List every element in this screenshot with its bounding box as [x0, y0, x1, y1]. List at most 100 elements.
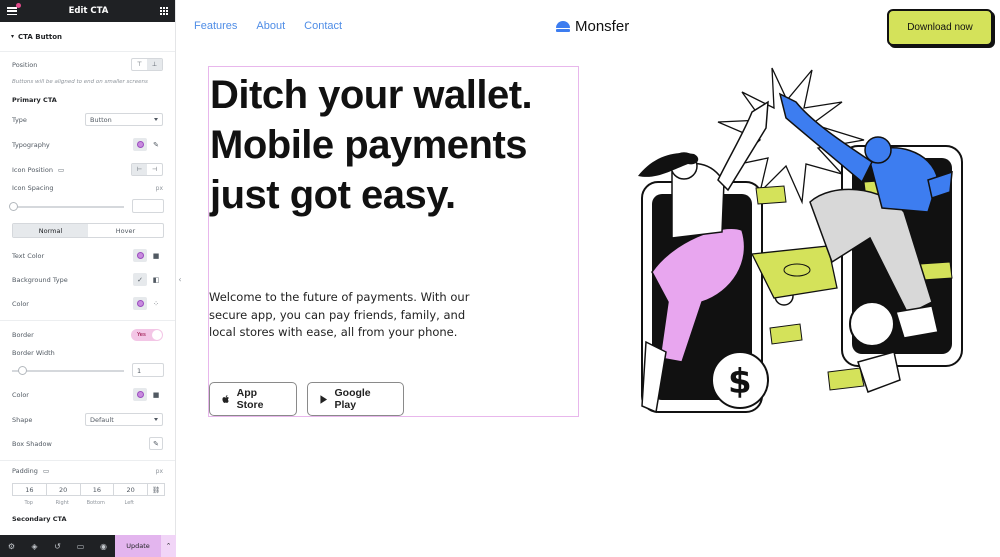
pencil-icon[interactable]: ✎ — [149, 437, 163, 450]
slider-knob[interactable] — [9, 202, 18, 211]
border-toggle[interactable]: Yes — [131, 329, 163, 341]
money-bill-shape — [827, 367, 865, 391]
icon-spacing-input[interactable] — [132, 199, 164, 213]
caret-down-icon: ▾ — [11, 33, 15, 40]
type-select[interactable]: Button — [85, 113, 163, 126]
position-note: Buttons will be aligned to end on smalle… — [12, 79, 148, 85]
icon-start-icon[interactable]: ⊢ — [132, 164, 147, 175]
layers-icon[interactable]: ◈ — [23, 542, 46, 551]
icon-spacing-control: Icon Spacing px — [12, 184, 163, 192]
box-shadow-control: Box Shadow ✎ — [12, 437, 163, 450]
link-icon[interactable]: ⛓ — [147, 483, 165, 496]
shape-control: Shape Default — [12, 413, 163, 426]
align-top-icon[interactable]: ⊤ — [132, 59, 147, 70]
chevron-up-icon[interactable]: ⌃ — [161, 535, 176, 557]
padding-bottom-input[interactable]: 16 — [79, 483, 115, 496]
app-store-button[interactable]: App Store — [209, 382, 297, 416]
hero-description: Welcome to the future of payments. With … — [209, 290, 470, 339]
border-width-slider[interactable] — [12, 366, 124, 375]
icon-spacing-slider[interactable] — [9, 202, 124, 211]
right-person-head — [864, 136, 892, 164]
nav-link-about[interactable]: About — [256, 20, 285, 32]
bg-color-control: Color ⁘ — [12, 297, 163, 310]
panel-body: ▾ CTA Button — [0, 22, 175, 52]
hero-title: Ditch your wallet. Mobile payments just … — [210, 73, 533, 217]
icon-position-label: Icon Position ▭ — [12, 166, 64, 174]
padding-left-input[interactable]: 20 — [113, 483, 148, 496]
tab-hover[interactable]: Hover — [88, 224, 163, 237]
border-color-label: Color — [12, 390, 29, 399]
padding-unit[interactable]: px — [156, 468, 163, 475]
nav-link-features[interactable]: Features — [194, 20, 237, 32]
color-picker-icon[interactable]: ⁘ — [149, 297, 163, 310]
slider-knob[interactable] — [18, 366, 27, 375]
icon-spacing-label: Icon Spacing — [12, 184, 54, 192]
padding-text: Padding — [12, 467, 38, 475]
menu-icon[interactable] — [7, 3, 21, 15]
color-swatch-icon[interactable]: ■ — [149, 249, 163, 262]
background-type-label: Background Type — [12, 275, 68, 284]
pencil-icon[interactable]: ✎ — [149, 138, 163, 151]
global-color-icon[interactable] — [133, 297, 147, 310]
icon-spacing-unit[interactable]: px — [156, 185, 163, 192]
chevron-down-icon — [154, 418, 158, 421]
update-button[interactable]: Update — [115, 535, 161, 557]
logo-mark-icon — [556, 20, 570, 33]
global-style-icon[interactable] — [133, 138, 147, 151]
border-control: Border Yes — [12, 329, 163, 341]
settings-icon[interactable]: ⚙ — [0, 542, 23, 551]
panel-title: Edit CTA — [68, 6, 109, 16]
history-icon[interactable]: ↺ — [46, 542, 69, 551]
icon-position-text: Icon Position — [12, 165, 53, 174]
download-now-button[interactable]: Download now — [887, 9, 993, 46]
padding-inputs: 16 20 16 20 ⛓ — [12, 483, 165, 496]
shape-select[interactable]: Default — [85, 413, 163, 426]
icon-end-icon[interactable]: ⊣ — [147, 164, 162, 175]
section-toggle-cta-button[interactable]: ▾ CTA Button — [0, 22, 175, 52]
global-color-icon[interactable] — [133, 249, 147, 262]
border-width-input[interactable]: 1 — [132, 363, 164, 377]
icon-position-control: Icon Position ▭ ⊢ ⊣ — [12, 163, 163, 176]
align-bottom-icon[interactable]: ⊥ — [147, 59, 162, 70]
editor-window: Edit CTA ▾ CTA Button Position ⊤ ⊥ Butto… — [0, 0, 1000, 557]
widgets-grid-icon[interactable] — [159, 7, 168, 15]
divider — [0, 320, 175, 321]
preview-eye-icon[interactable]: ◉ — [92, 542, 115, 551]
google-play-button[interactable]: Google Play — [307, 382, 404, 416]
money-bill-shape — [755, 185, 787, 205]
brush-icon[interactable]: ✓ — [133, 273, 147, 286]
coin-shape — [849, 301, 895, 347]
right-person-shoe — [895, 305, 939, 339]
icon-position-choices: ⊢ ⊣ — [131, 163, 163, 176]
border-toggle-text: Yes — [137, 332, 146, 338]
border-width-control: Border Width — [12, 349, 163, 357]
position-label: Position — [12, 60, 38, 69]
padding-right-input[interactable]: 20 — [45, 483, 81, 496]
slider-track — [12, 369, 124, 372]
site-logo[interactable]: Monsfer — [556, 18, 629, 35]
padding-bottom-label: Bottom — [86, 500, 105, 506]
tab-normal[interactable]: Normal — [13, 224, 88, 237]
desktop-icon: ▭ — [58, 165, 65, 174]
typography-control: Typography ✎ — [12, 138, 163, 151]
money-bill-shape — [750, 245, 838, 299]
app-store-label: App Store — [236, 387, 264, 411]
apple-icon — [222, 394, 229, 403]
bg-color-label: Color — [12, 299, 29, 308]
responsive-icon[interactable]: ▭ — [69, 542, 92, 551]
global-color-icon[interactable] — [133, 388, 147, 401]
color-swatch-icon[interactable]: ■ — [149, 388, 163, 401]
background-type-control: Background Type ✓ ◧ — [12, 273, 163, 286]
padding-top-input[interactable]: 16 — [12, 483, 47, 496]
nav-link-contact[interactable]: Contact — [304, 20, 342, 32]
text-color-control: Text Color ■ — [12, 249, 163, 262]
google-play-label: Google Play — [334, 387, 371, 411]
logo-text: Monsfer — [575, 18, 630, 35]
border-width-label: Border Width — [12, 349, 55, 357]
text-color-actions: ■ — [133, 249, 163, 262]
padding-control: Padding ▭ px — [12, 467, 163, 475]
position-choices: ⊤ ⊥ — [131, 58, 163, 71]
gradient-icon[interactable]: ◧ — [149, 273, 163, 286]
padding-label: Padding ▭ — [12, 467, 49, 475]
border-color-actions: ■ — [133, 388, 163, 401]
